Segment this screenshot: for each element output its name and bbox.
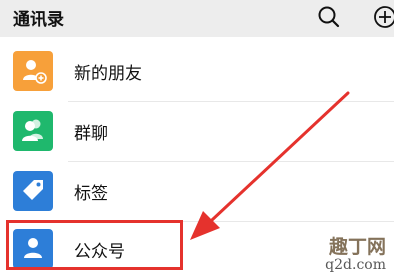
add-circle-icon[interactable] (372, 4, 394, 30)
highlight-box (6, 220, 183, 270)
list-item-label: 群聊 (74, 124, 108, 144)
watermark-url: q2d.com (325, 257, 386, 273)
list-item-tags[interactable]: 标签 (0, 157, 394, 221)
list-item-label: 新的朋友 (74, 64, 142, 84)
watermark-title: 趣丁网 (328, 236, 386, 258)
group-chat-icon (13, 111, 53, 151)
list-item-label: 标签 (74, 184, 108, 204)
search-icon[interactable] (316, 4, 342, 30)
page-title: 通讯录 (13, 10, 64, 30)
list-item-new-friends[interactable]: 新的朋友 (0, 37, 394, 101)
top-bar: 通讯录 (0, 0, 394, 37)
add-friend-icon (13, 51, 53, 91)
watermark: 趣丁网 q2d.com (325, 236, 386, 273)
tag-icon (13, 171, 53, 211)
list-item-group-chats[interactable]: 群聊 (0, 97, 394, 161)
contacts-screen: 通讯录 新的朋友 群聊 标签 公众号 趣丁网 q2d.com (0, 0, 394, 277)
